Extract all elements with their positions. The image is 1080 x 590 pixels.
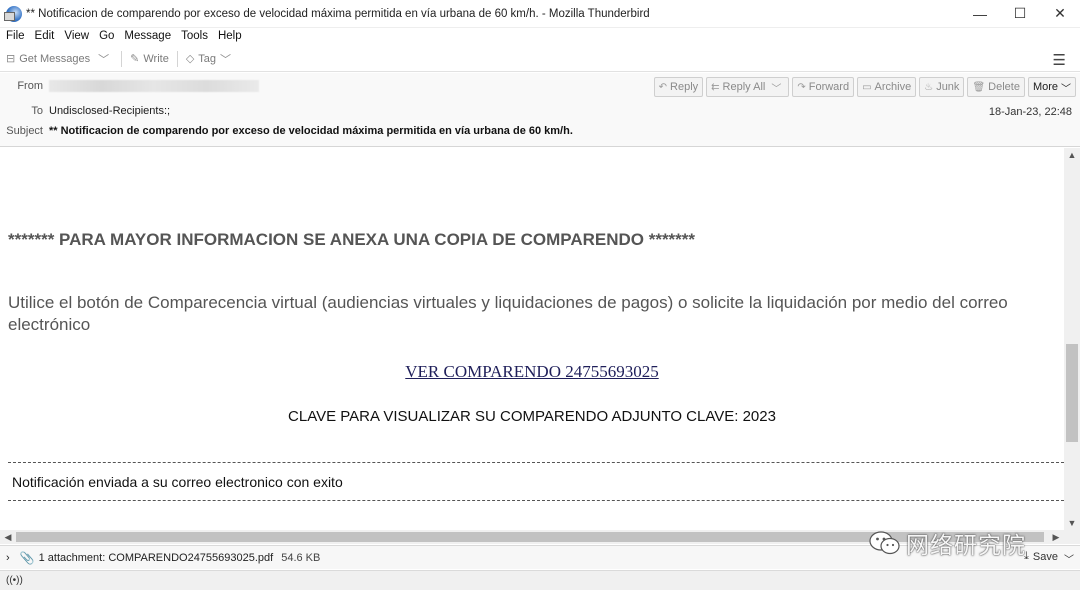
notification-text: Notificación enviada a su correo electro…	[12, 474, 343, 490]
save-attachment-button[interactable]: ⤓ Save	[1024, 550, 1058, 563]
body-heading: ******* PARA MAYOR INFORMACION SE ANEXA …	[8, 230, 696, 249]
menu-message[interactable]: Message	[124, 30, 171, 42]
reply-icon: ↶	[658, 81, 668, 93]
get-messages-dropdown[interactable]: ﹀	[98, 51, 113, 67]
trash-icon: 🗑	[972, 81, 986, 93]
app-menu-icon[interactable]: ☰	[1053, 51, 1066, 69]
toolbar-divider	[121, 50, 123, 67]
reply-all-icon: ⇇	[711, 81, 720, 93]
password-line: CLAVE PARA VISUALIZAR SU COMPARENDO ADJU…	[288, 408, 776, 425]
forward-label: Forward	[808, 81, 850, 93]
junk-label: Junk	[936, 81, 960, 93]
subject-label: Subject	[6, 125, 43, 137]
tag-icon: ◇	[185, 53, 195, 65]
tag-button[interactable]: ◇ Tag ﹀	[186, 51, 235, 67]
scroll-right-arrow-icon[interactable]: ▶	[1048, 530, 1064, 544]
menu-go[interactable]: Go	[99, 30, 114, 42]
subject-row: Subject ** Notificacion de comparendo po…	[0, 125, 573, 137]
write-label: Write	[143, 52, 169, 65]
message-date: 18-Jan-23, 22:48	[988, 106, 1072, 118]
chevron-down-icon: ﹀	[1061, 83, 1071, 95]
scroll-up-arrow-icon[interactable]: ▲	[1064, 148, 1080, 162]
get-messages-button[interactable]: ⊟ Get Messages	[6, 52, 91, 66]
dashed-divider	[8, 462, 1064, 463]
scrollbar-corner	[1064, 530, 1080, 544]
delete-label: Delete	[988, 81, 1020, 93]
scroll-left-arrow-icon[interactable]: ◀	[0, 530, 16, 544]
attachment-size: 54.6 KB	[281, 551, 321, 564]
reply-label: Reply	[670, 81, 699, 93]
watermark-text: 网络研究院	[906, 533, 1026, 559]
menu-view[interactable]: View	[64, 30, 89, 42]
thunderbird-logo-icon	[4, 5, 22, 22]
window-title: ** Notificacion de comparendo por exceso…	[26, 7, 650, 20]
title-bar: ** Notificacion de comparendo por exceso…	[0, 0, 1080, 28]
dashed-divider	[8, 500, 1064, 501]
pencil-icon: ✎	[130, 53, 140, 65]
reply-all-button[interactable]: ⇇ Reply All ﹀	[706, 77, 790, 97]
save-dropdown-chevron-icon[interactable]: ﹀	[1064, 551, 1074, 566]
write-button[interactable]: ✎ Write	[130, 52, 169, 66]
get-messages-label: Get Messages	[19, 52, 91, 65]
scroll-down-arrow-icon[interactable]: ▼	[1064, 516, 1080, 530]
close-button[interactable]: ✕	[1040, 0, 1080, 28]
from-value-redacted[interactable]	[49, 80, 259, 92]
to-value[interactable]: Undisclosed-Recipients:;	[49, 105, 170, 117]
from-label: From	[17, 80, 43, 92]
menu-bar: File Edit View Go Message Tools Help	[0, 28, 1080, 44]
main-toolbar: ⊟ Get Messages ﹀ ✎ Write ◇ Tag ﹀ ☰	[0, 46, 1080, 72]
menu-tools[interactable]: Tools	[181, 30, 208, 42]
junk-button[interactable]: ♨ Junk	[919, 77, 965, 97]
menu-help[interactable]: Help	[218, 30, 242, 42]
body-paragraph: Utilice el botón de Comparecencia virtua…	[8, 293, 1008, 334]
paperclip-icon: 📎	[19, 550, 35, 565]
chevron-down-icon: ﹀	[771, 83, 782, 95]
archive-button[interactable]: ▭ Archive	[857, 77, 917, 97]
delete-button[interactable]: 🗑 Delete	[967, 77, 1025, 97]
more-button[interactable]: More ﹀	[1027, 77, 1076, 97]
junk-icon: ♨	[924, 81, 934, 93]
message-header: From To Undisclosed-Recipients:; Subject…	[0, 73, 1080, 147]
vertical-scrollbar[interactable]: ▲ ▼	[1064, 148, 1080, 530]
vertical-scroll-thumb[interactable]	[1066, 344, 1078, 442]
forward-icon: ↷	[797, 81, 806, 93]
more-label: More	[1032, 81, 1058, 93]
menu-file[interactable]: File	[6, 30, 25, 42]
reply-all-label: Reply All	[722, 81, 766, 93]
menu-edit[interactable]: Edit	[35, 30, 55, 42]
maximize-button[interactable]: ☐	[1000, 0, 1040, 28]
status-bar: ((•))	[0, 570, 1080, 590]
download-icon: ⊟	[6, 53, 16, 65]
message-body: ******* PARA MAYOR INFORMACION SE ANEXA …	[0, 148, 1064, 530]
expand-attachments-chevron-icon[interactable]: ›	[6, 552, 10, 564]
to-row: To Undisclosed-Recipients:;	[0, 105, 170, 117]
watermark: 网络研究院	[868, 526, 1026, 560]
to-label: To	[31, 105, 43, 117]
minimize-button[interactable]: —	[960, 0, 1000, 28]
subject-value: ** Notificacion de comparendo por exceso…	[49, 125, 573, 137]
tag-label: Tag	[198, 52, 217, 65]
online-status-icon[interactable]: ((•))	[6, 575, 23, 586]
attachment-summary[interactable]: 1 attachment: COMPARENDO24755693025.pdf	[39, 552, 274, 564]
wechat-logo-icon	[869, 531, 900, 555]
reply-button[interactable]: ↶ Reply	[653, 77, 704, 97]
forward-button[interactable]: ↷ Forward	[792, 77, 855, 97]
view-comparendo-link[interactable]: VER COMPARENDO 24755693025	[0, 362, 1064, 382]
archive-icon: ▭	[862, 81, 872, 93]
chevron-down-icon: ﹀	[98, 53, 110, 66]
save-label: Save	[1032, 550, 1058, 563]
archive-label: Archive	[874, 81, 912, 93]
from-row: From	[0, 80, 259, 92]
header-buttons: ↶ Reply ⇇ Reply All ﹀ ↷ Forward ▭ Archiv…	[651, 77, 1076, 97]
toolbar-divider	[176, 50, 178, 67]
chevron-down-icon: ﹀	[220, 53, 232, 66]
